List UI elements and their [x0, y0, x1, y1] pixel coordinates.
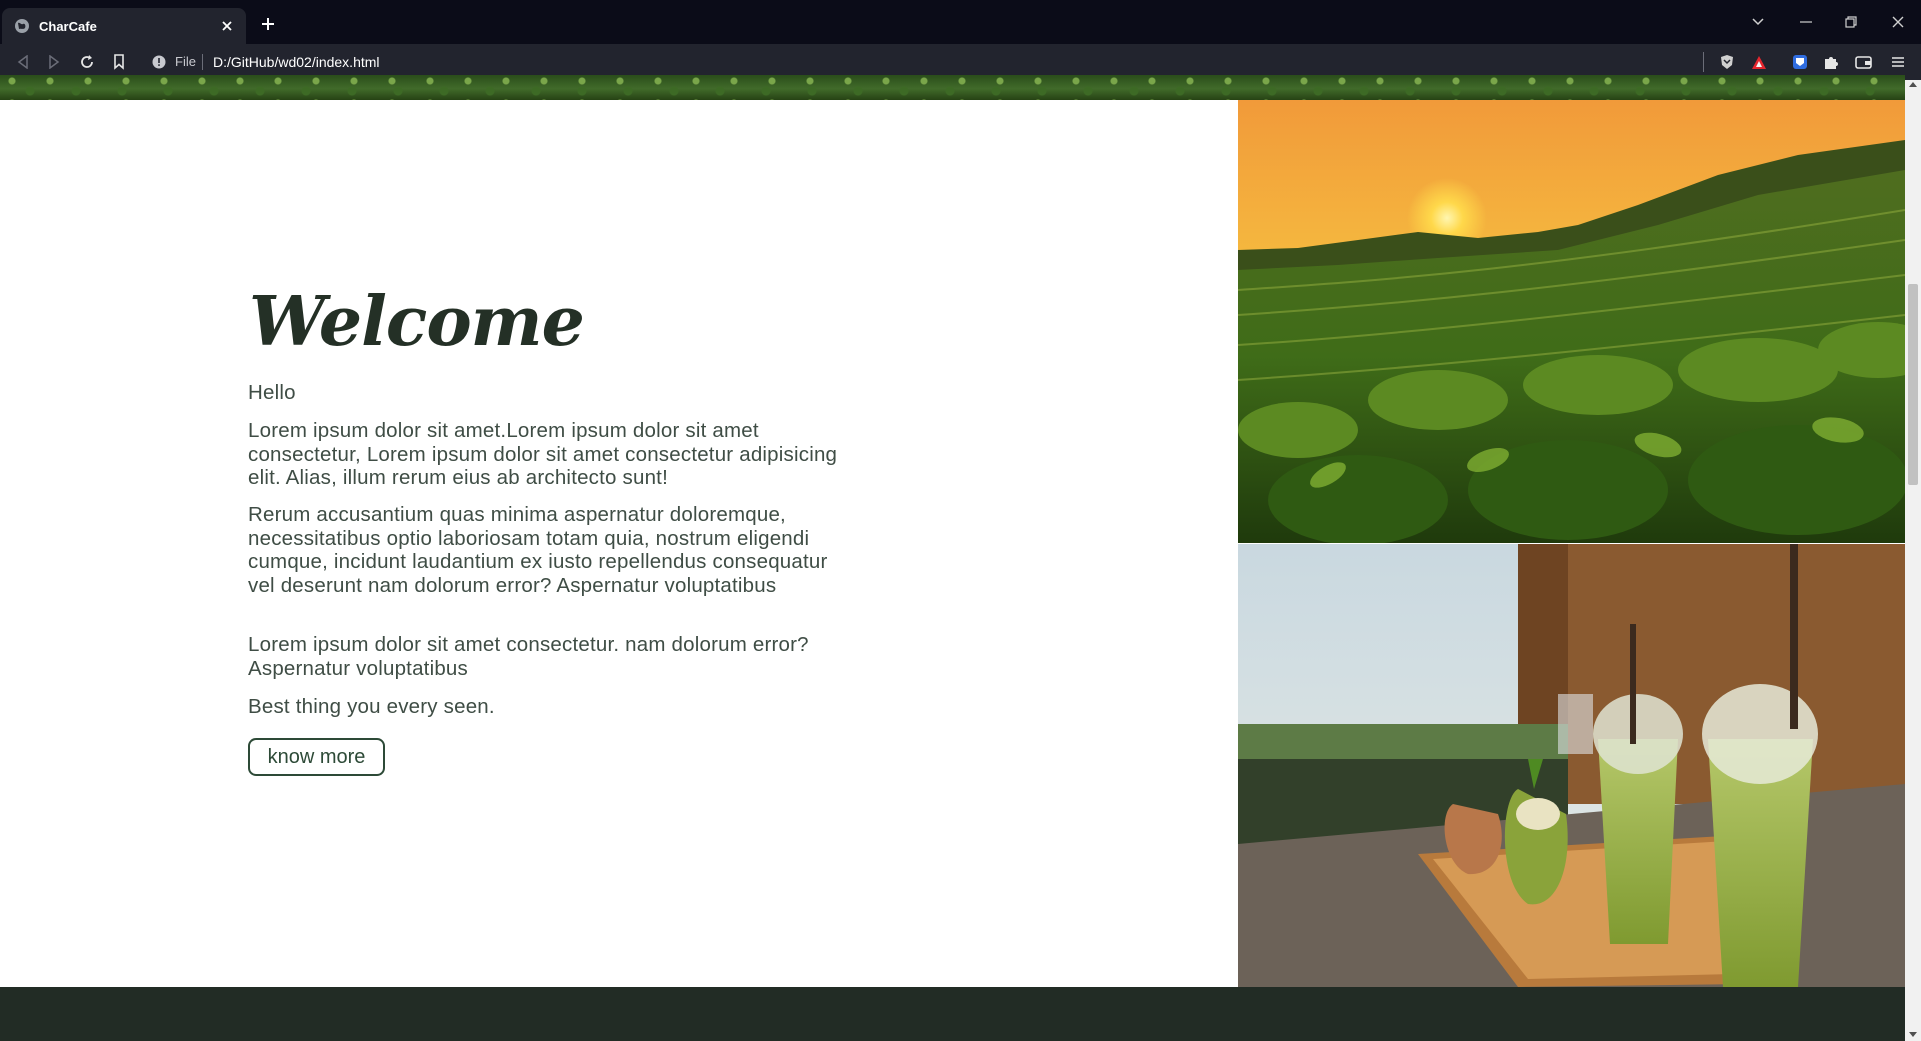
- tea-field-image: [1238, 100, 1905, 543]
- back-icon[interactable]: [13, 52, 33, 72]
- bitwarden-icon[interactable]: [1790, 52, 1810, 72]
- wallet-icon[interactable]: [1853, 52, 1873, 72]
- scroll-up-arrow[interactable]: [1909, 82, 1917, 87]
- address-separator: [202, 54, 203, 70]
- plus-icon[interactable]: [256, 12, 280, 36]
- detail-paragraph: Lorem ipsum dolor sit amet consectetur. …: [248, 633, 809, 680]
- hero-image-strip: [0, 75, 1905, 100]
- extensions-icon[interactable]: [1821, 52, 1841, 72]
- url-field[interactable]: D:/GitHub/wd02/index.html: [213, 54, 380, 70]
- globe-icon: [15, 19, 29, 33]
- brave-shield-icon[interactable]: [1717, 52, 1737, 72]
- restore-icon[interactable]: [1837, 10, 1865, 34]
- info-icon[interactable]: [152, 55, 166, 69]
- intro-paragraph: Lorem ipsum dolor sit amet.Lorem ipsum d…: [248, 419, 838, 489]
- image-column: [1238, 100, 1905, 987]
- tab-title: CharCafe: [39, 18, 97, 34]
- page-title: Welcome: [249, 282, 585, 362]
- close-icon[interactable]: [216, 15, 238, 37]
- minimize-icon[interactable]: [1792, 10, 1820, 34]
- reload-icon[interactable]: [77, 52, 97, 72]
- scroll-down-arrow[interactable]: [1909, 1032, 1917, 1037]
- footer: [0, 987, 1905, 1041]
- scroll-thumb[interactable]: [1908, 284, 1918, 485]
- page-scrollbar[interactable]: [1905, 80, 1921, 1041]
- toolbar-separator: [1703, 52, 1704, 72]
- body-paragraph: Rerum accusantium quas minima aspernatur…: [248, 503, 828, 597]
- tagline-paragraph: Best thing you every seen.: [248, 695, 495, 718]
- hello-paragraph: Hello: [248, 381, 296, 404]
- chevron-down-icon[interactable]: [1744, 10, 1772, 34]
- menu-icon[interactable]: [1888, 52, 1908, 72]
- forward-icon[interactable]: [44, 52, 64, 72]
- brave-rewards-icon[interactable]: [1749, 52, 1769, 72]
- bookmark-icon[interactable]: [109, 52, 129, 72]
- file-label: File: [175, 54, 196, 69]
- browser-tab[interactable]: CharCafe: [2, 8, 246, 44]
- matcha-drinks-image: [1238, 544, 1905, 987]
- browser-titlebar: CharCafe: [0, 0, 1921, 44]
- close-window-icon[interactable]: [1884, 10, 1912, 34]
- know-more-button[interactable]: know more: [248, 738, 385, 776]
